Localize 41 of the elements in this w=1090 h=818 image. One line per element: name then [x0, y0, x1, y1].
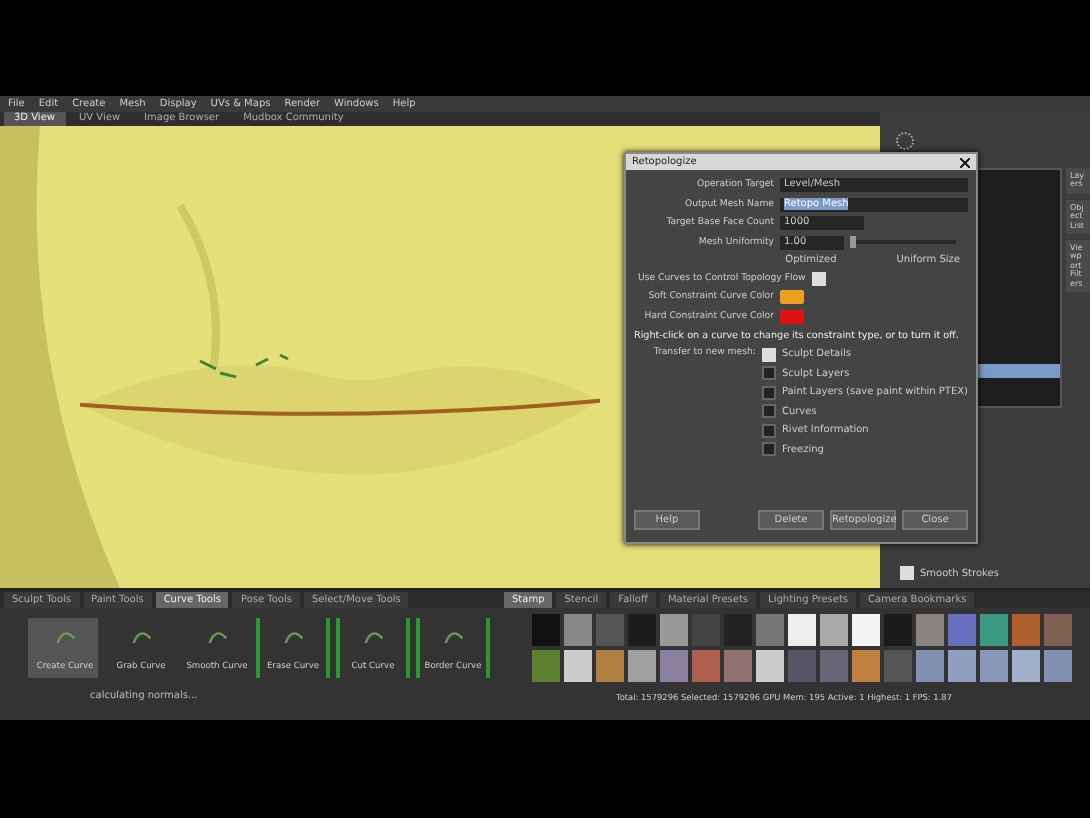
- stamp-thumbnail[interactable]: [692, 650, 720, 682]
- stamp-thumbnail[interactable]: [916, 614, 944, 646]
- stamp-thumbnail[interactable]: [532, 650, 560, 682]
- stamp-thumbnail[interactable]: [564, 650, 592, 682]
- stamp-thumbnail[interactable]: [884, 614, 912, 646]
- stamp-thumbnail[interactable]: [852, 614, 880, 646]
- stamp-thumbnail[interactable]: [1044, 614, 1072, 646]
- stamp-thumbnail[interactable]: [564, 614, 592, 646]
- stamp-thumbnail[interactable]: [788, 614, 816, 646]
- stamp-thumbnail[interactable]: [948, 650, 976, 682]
- checkbox[interactable]: [761, 366, 776, 380]
- stamp-thumbnail[interactable]: [820, 650, 848, 682]
- close-icon[interactable]: [960, 157, 970, 167]
- stamp-thumbnail[interactable]: [596, 650, 624, 682]
- stamp-thumbnail[interactable]: [916, 650, 944, 682]
- stamp-thumbnail[interactable]: [660, 650, 688, 682]
- stamp-thumbnail[interactable]: [1012, 614, 1040, 646]
- stamp-thumbnail[interactable]: [756, 650, 784, 682]
- stamp-thumbnail[interactable]: [596, 614, 624, 646]
- curve-stroke: [198, 353, 290, 379]
- stamp-thumbnail[interactable]: [628, 650, 656, 682]
- checkbox[interactable]: [761, 423, 776, 437]
- stamp-thumbnail[interactable]: [980, 614, 1008, 646]
- gear-icon[interactable]: [896, 131, 914, 149]
- stamp-thumbnail[interactable]: [1012, 650, 1040, 682]
- stamp-thumbnail[interactable]: [948, 614, 976, 646]
- stamp-thumbnail[interactable]: [852, 650, 880, 682]
- stamp-thumbnail[interactable]: [1044, 650, 1072, 682]
- stamp-thumbnail[interactable]: [788, 650, 816, 682]
- stamp-thumbnail[interactable]: [532, 614, 560, 646]
- stamp-thumbnail[interactable]: [660, 614, 688, 646]
- checkbox[interactable]: [761, 404, 776, 418]
- stamp-thumbnail[interactable]: [980, 650, 1008, 682]
- color-swatch[interactable]: [780, 309, 804, 323]
- checkbox[interactable]: [761, 385, 776, 399]
- checkbox[interactable]: [761, 442, 776, 456]
- stamp-thumbnail[interactable]: [756, 614, 784, 646]
- stamp-thumbnail[interactable]: [820, 614, 848, 646]
- color-swatch[interactable]: [780, 290, 804, 304]
- stamp-thumbnail[interactable]: [724, 650, 752, 682]
- stamp-thumbnail[interactable]: [884, 650, 912, 682]
